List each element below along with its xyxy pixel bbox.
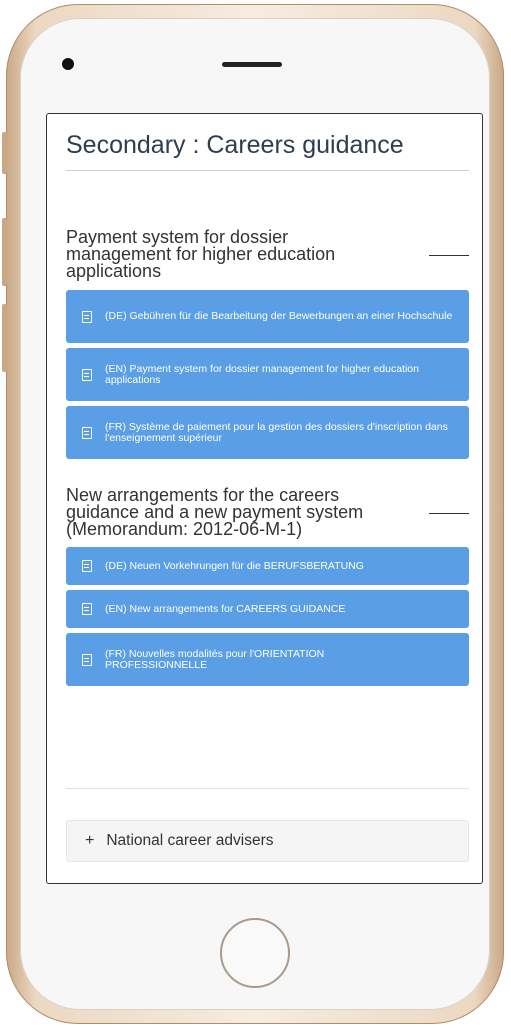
document-button-en[interactable]: (EN) New arrangements for CAREERS GUIDAN… [66,590,469,628]
document-icon [82,368,92,381]
document-label: (EN) Payment system for dossier manageme… [105,362,419,386]
section-heading: New arrangements for the careers guidanc… [66,485,364,539]
document-label: (DE) Gebühren für die Bearbeitung der Be… [105,310,453,322]
phone-side-button-mid [2,218,7,286]
document-button-en[interactable]: (EN) Payment system for dossier manageme… [66,348,469,401]
document-button-fr[interactable]: (FR) Système de paiement pour la gestion… [66,406,469,459]
document-button-fr[interactable]: (FR) Nouvelles modalités pour l'ORIENTAT… [66,633,469,686]
phone-side-button-low [2,304,7,372]
section-new-arrangements: New arrangements for the careers guidanc… [66,485,469,686]
document-button-de[interactable]: (DE) Gebühren für die Bearbeitung der Be… [66,290,469,343]
section-divider [429,255,469,256]
document-icon [82,653,92,666]
speaker-grille [222,62,282,67]
phone-side-button-top [2,132,7,174]
phone-screen: Secondary : Careers guidance Payment sys… [46,113,483,884]
document-label: (FR) Nouvelles modalités pour l'ORIENTAT… [105,647,325,671]
document-label: (FR) Système de paiement pour la gestion… [105,420,448,444]
section-heading: Payment system for dossier management fo… [66,227,336,281]
plus-icon: + [85,832,95,849]
home-button[interactable] [220,918,290,988]
section-divider [429,513,469,514]
document-button-de[interactable]: (DE) Neuen Vorkehrungen für die BERUFSBE… [66,547,469,585]
section-payment-system: Payment system for dossier management fo… [66,227,469,459]
accordion-label: National career advisers [106,832,274,849]
accordion-national-career-advisers[interactable]: + National career advisers [66,820,469,862]
document-icon [82,310,92,323]
document-label: (EN) New arrangements for CAREERS GUIDAN… [105,602,346,615]
page-title: Secondary : Careers guidance [66,122,469,171]
document-icon [82,426,92,439]
camera-icon [62,58,74,70]
content-divider [66,788,469,789]
document-label: (DE) Neuen Vorkehrungen für die BERUFSBE… [105,559,364,572]
document-icon [82,560,92,572]
document-icon [82,603,92,615]
page-content: Secondary : Careers guidance Payment sys… [66,114,469,691]
